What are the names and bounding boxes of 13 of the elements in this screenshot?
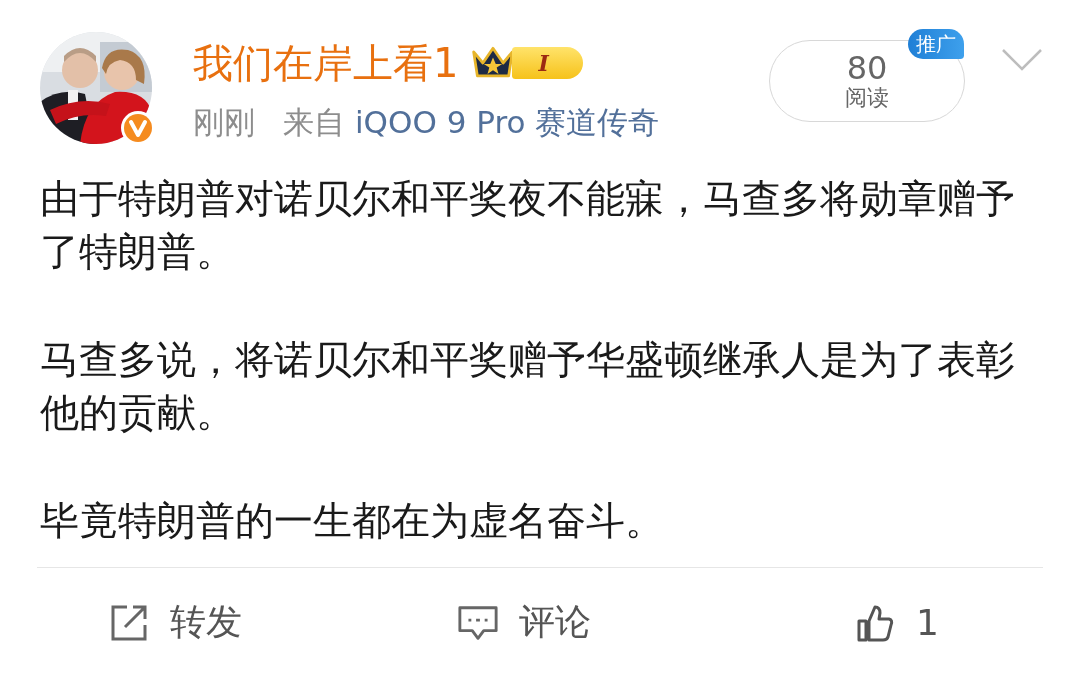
read-count: 80 — [846, 51, 888, 85]
post-paragraph: 毕竟特朗普的一生都在为虚名奋斗。 — [40, 497, 665, 545]
action-label[interactable]: 1 — [916, 602, 939, 643]
post-time: 刚刚 — [193, 103, 255, 142]
post-source[interactable]: iQOO 9 Pro 赛道传奇 — [355, 102, 660, 142]
post-paragraph: 马查多说，将诺贝尔和平奖赠予华盛顿继承人是为了表彰他的贡献。 — [40, 336, 1016, 437]
action-label[interactable]: 转发 — [170, 598, 242, 647]
level-badge: I — [512, 47, 583, 79]
source-prefix: 来自 — [283, 103, 345, 142]
promo-tag: 推广 — [908, 29, 964, 59]
action-label[interactable]: 评论 — [519, 598, 591, 647]
read-label: 阅读 — [845, 85, 889, 111]
post-paragraph: 由于特朗普对诺贝尔和平奖夜不能寐，马查多将勋章赠予了特朗普。 — [40, 175, 1016, 276]
